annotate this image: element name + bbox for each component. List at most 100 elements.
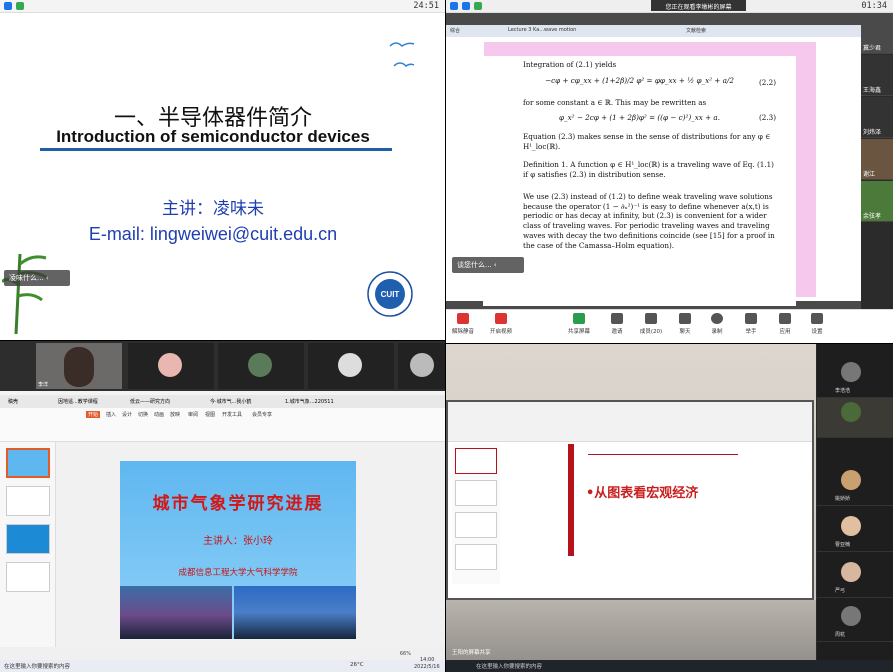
city-photo (234, 586, 356, 639)
chat-button[interactable]: 聊天 (670, 313, 700, 335)
thumbnail[interactable] (6, 486, 50, 516)
ribbon-tab[interactable]: 插入 (106, 411, 116, 418)
status-bar: 66% (0, 647, 445, 661)
invite-icon (611, 313, 623, 324)
participant-tile[interactable]: 曹亚楠 (817, 512, 893, 552)
ribbon-tab[interactable]: 切换 (138, 411, 148, 418)
slide-thumbnails (0, 442, 56, 647)
equation-2-2: −cφ + cφ_xx + (1+2β)/2 φ² = φφ_xx + ½ φ_… (545, 76, 734, 85)
time: 01:34 (861, 1, 887, 11)
participant-tile[interactable]: 冀少君 (861, 13, 893, 54)
quadrant-top-right: 01:34 您正在观看李墩彬的屏幕 综合 Lecture 3 Ka...wave… (446, 0, 893, 343)
pdf-page: Integration of (2.1) yields −cφ + cφ_xx … (483, 56, 796, 306)
thumbnail[interactable] (455, 480, 497, 506)
caption-text: 谈您什么... (457, 261, 492, 269)
raise-hand-button[interactable]: 举手 (736, 313, 766, 335)
doc-tab[interactable]: 因地遥...教学课程 (58, 398, 98, 405)
participant-tile[interactable]: 谢江 (861, 139, 893, 180)
taskbar: 在这里输入你要搜索的内容 (446, 660, 893, 672)
taskbar: 在这里输入你要搜索的内容 26°C 14:00 2022/5/16 (0, 657, 445, 672)
participant-tile[interactable]: 余弦孝 (861, 181, 893, 222)
video-strip: 李洋 (0, 341, 445, 391)
slide-text: •从图表看宏观经济 (586, 486, 699, 501)
zoom-level[interactable]: 66% (400, 651, 411, 657)
doc-tab[interactable]: 低云——研究方向 (130, 398, 170, 405)
video-tile[interactable]: 李洋 (36, 343, 122, 389)
quadrant-bottom-left: 李洋 稿壳 因地遥...教学课程 低云——研究方向 今·城市气...我小鹤 1.… (0, 341, 445, 672)
ribbon-tab[interactable]: 开始 (86, 411, 101, 418)
participant-tile[interactable]: 姚娇娇 (817, 466, 893, 506)
email: E-mail: lingweiwei@cuit.edu.cn (88, 224, 338, 244)
doc-tab[interactable]: 今·城市气...我小鹤 (210, 398, 251, 405)
avatar (158, 353, 182, 377)
thumbnail[interactable] (6, 562, 50, 592)
ribbon-tab[interactable]: 放映 (170, 411, 180, 418)
shield-icon (450, 2, 458, 10)
speaker-caption[interactable]: 凌味什么... ‹ (4, 270, 70, 286)
text-line: Integration of (2.1) yields (523, 60, 617, 69)
presentation-slide: 城市气象学研究进展 主讲人：张小玲 成都信息工程大学大气科学学院 (120, 461, 356, 639)
members-icon (645, 313, 657, 324)
ribbon-tab[interactable]: 开发工具 (222, 411, 242, 418)
taskbar-search[interactable]: 在这里输入你要搜索的内容 (476, 662, 542, 670)
speaker-caption[interactable]: 谈您什么... ‹ (452, 257, 524, 273)
video-button[interactable]: 开启视频 (486, 313, 516, 335)
ribbon-tab[interactable]: 会员专享 (252, 411, 272, 418)
ribbon-tab[interactable]: 审阅 (188, 411, 198, 418)
share-screen-button[interactable]: 共享屏幕 (564, 313, 594, 335)
video-tile[interactable] (218, 343, 304, 389)
thumbnail[interactable] (455, 544, 497, 570)
participant-tile[interactable]: 周杭 (817, 602, 893, 642)
participant-tile[interactable]: 王海鑫 (861, 55, 893, 96)
invite-button[interactable]: 邀请 (602, 313, 632, 335)
slide-rule (588, 454, 738, 455)
settings-button[interactable]: 设置 (802, 313, 832, 335)
taskbar-search[interactable]: 在这里输入你要搜索的内容 (4, 662, 70, 670)
video-tile[interactable] (128, 343, 214, 389)
browser-tab[interactable]: 文献检索 (686, 27, 706, 34)
equation-number: (2.3) (758, 113, 776, 122)
avatar (841, 606, 861, 626)
members-button[interactable]: 成员(20) (636, 313, 666, 335)
participant-sidebar: 冀少君 王海鑫 刘炜泽 谢江 余弦孝 (861, 13, 893, 309)
record-icon (711, 313, 723, 324)
unmute-button[interactable]: 解除静音 (448, 313, 478, 335)
participant-tile[interactable]: 李浩浩 (817, 358, 893, 398)
quadrant-top-left: 24:51 一、半导体器件简介 Introduction of semicond… (0, 0, 445, 340)
ribbon-tab[interactable]: 动画 (154, 411, 164, 418)
document-tabs: 稿壳 因地遥...教学课程 低云——研究方向 今·城市气...我小鹤 1.城市气… (0, 395, 445, 408)
quadrant-bottom-right: •从图表看宏观经济 李浩浩 姚娇娇 曹亚楠 严弓 周杭 王阳的屏幕共享 在这里输… (446, 344, 893, 672)
browser-tab[interactable]: Lecture 3 Ka...wave motion (508, 27, 576, 33)
participant-tile[interactable]: 严弓 (817, 558, 893, 598)
clock: 14:00 (420, 657, 435, 663)
participant-tile[interactable]: 刘炜泽 (861, 97, 893, 138)
video-tile[interactable] (398, 343, 445, 389)
avatar (841, 516, 861, 536)
classroom-view: •从图表看宏观经济 (446, 344, 816, 672)
definition: Definition 1. A function φ ∈ H¹_loc(ℝ) i… (523, 160, 774, 179)
thumbnail[interactable] (6, 524, 50, 554)
thumbnail[interactable] (6, 448, 50, 478)
shield-icon (4, 2, 12, 10)
share-icon (573, 313, 585, 324)
participant-tile[interactable] (817, 398, 893, 438)
title-underline (40, 148, 392, 151)
browser-tab[interactable]: 综合 (450, 27, 460, 34)
apps-button[interactable]: 应用 (770, 313, 800, 335)
participant-sidebar: 李浩浩 姚娇娇 曹亚楠 严弓 周杭 (817, 344, 893, 672)
time: 24:51 (413, 1, 439, 11)
weather: 26°C (350, 662, 364, 668)
share-banner: 您正在观看李墩彬的屏幕 (651, 0, 746, 11)
record-button[interactable]: 录制 (702, 313, 732, 335)
ribbon-tab[interactable]: 设计 (122, 411, 132, 418)
ribbon-tab[interactable]: 视图 (205, 411, 215, 418)
doc-tab[interactable]: 稿壳 (8, 398, 18, 405)
video-tile[interactable] (308, 343, 394, 389)
university-logo: CUIT (367, 271, 413, 317)
status-bar: 24:51 (0, 0, 445, 13)
thumbnail[interactable] (455, 448, 497, 474)
projected-screen: •从图表看宏观经济 (446, 400, 814, 600)
thumbnail[interactable] (455, 512, 497, 538)
doc-tab[interactable]: 1.城市气象...220511 (285, 398, 334, 405)
hand-icon (745, 313, 757, 324)
